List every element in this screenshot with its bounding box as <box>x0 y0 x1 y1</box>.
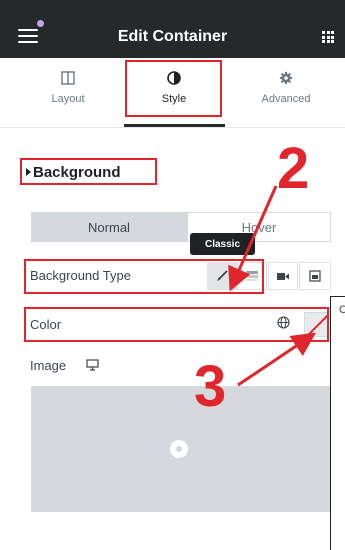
color-row-highlight <box>24 307 329 342</box>
video-icon <box>277 272 289 280</box>
caret-right-icon[interactable] <box>26 168 31 176</box>
active-tab-underline <box>124 124 225 127</box>
background-type-highlight <box>24 259 264 294</box>
background-section-title[interactable]: Background <box>33 164 121 181</box>
image-label: Image <box>30 358 67 373</box>
tab-advanced[interactable]: Advanced <box>236 70 336 105</box>
slideshow-icon <box>309 270 321 282</box>
bg-type-slideshow-button[interactable] <box>299 262 331 290</box>
add-image-icon[interactable] <box>170 440 188 458</box>
annotation-step-2: 2 <box>277 136 310 201</box>
state-normal-button[interactable]: Normal <box>31 212 187 242</box>
popup-partial-text: C <box>339 304 345 316</box>
layout-columns-icon <box>61 71 75 85</box>
style-tab-highlight <box>125 60 222 117</box>
gear-icon <box>279 71 293 85</box>
color-picker-popup <box>330 296 345 550</box>
panel-title: Edit Container <box>117 28 228 45</box>
bg-type-video-button[interactable] <box>268 262 298 290</box>
grid-icon[interactable] <box>322 31 334 43</box>
annotation-step-3: 3 <box>194 354 227 419</box>
tab-advanced-label: Advanced <box>261 93 311 105</box>
notification-dot <box>37 20 44 27</box>
editor-header: Edit Container <box>0 0 345 58</box>
classic-tooltip: Classic <box>190 233 255 255</box>
monitor-icon[interactable] <box>86 359 99 371</box>
tab-layout-label: Layout <box>51 93 85 105</box>
tab-layout[interactable]: Layout <box>18 70 118 105</box>
